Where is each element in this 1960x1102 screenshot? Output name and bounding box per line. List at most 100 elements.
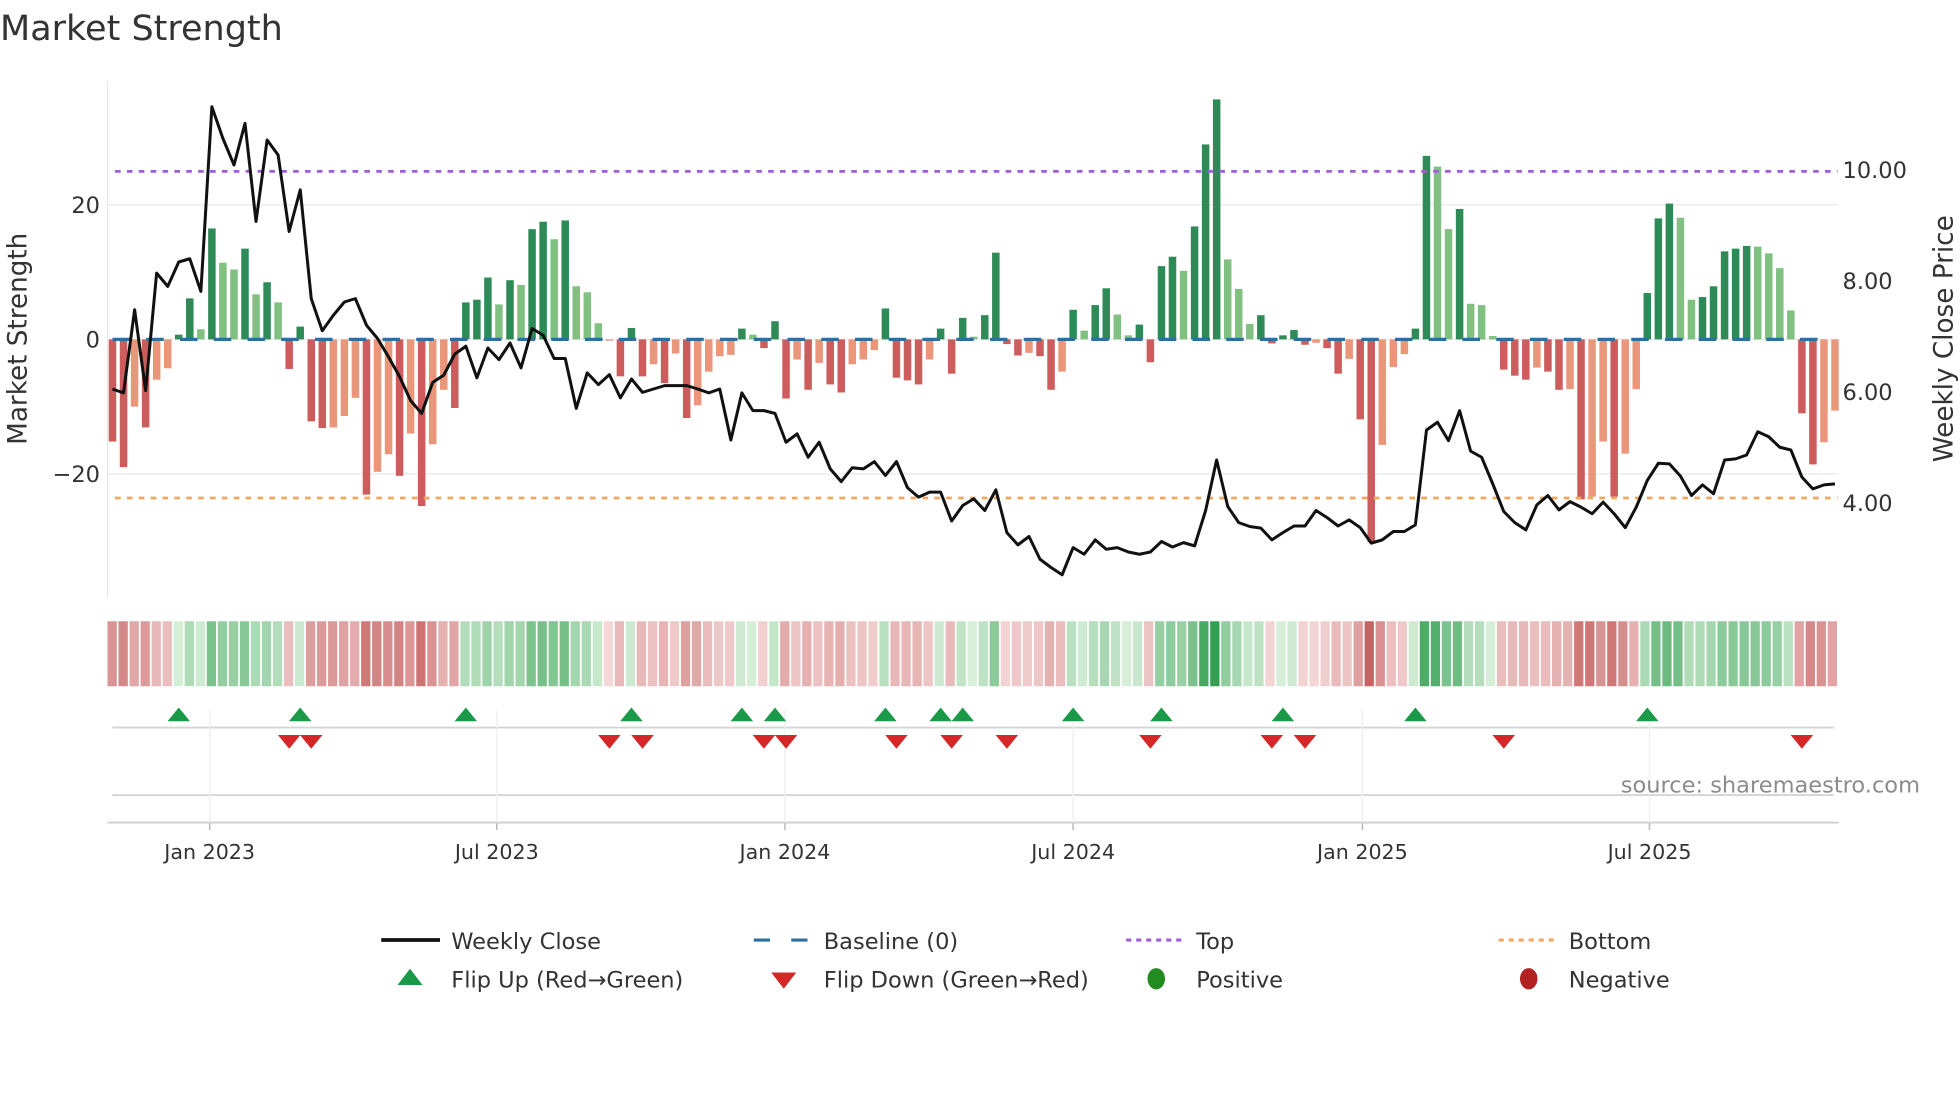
- heatmap-cell: [140, 621, 150, 687]
- heatmap-cell: [118, 621, 128, 687]
- strength-bar: [671, 339, 680, 354]
- strength-bar: [1787, 310, 1795, 340]
- heatmap-cell: [526, 621, 536, 687]
- triangle-up-icon: [397, 968, 423, 985]
- strength-bar: [1522, 339, 1530, 380]
- heatmap-cell: [669, 621, 680, 687]
- heatmap-cell: [1364, 621, 1374, 687]
- heatmap-cell: [173, 621, 183, 687]
- strength-bar: [274, 302, 282, 340]
- x-tick-label: Jul 2023: [453, 840, 539, 864]
- heatmap-cell: [294, 621, 305, 687]
- heatmap-cell: [1066, 621, 1077, 687]
- strength-bar: [152, 339, 161, 380]
- x-tick-label: Jan 2025: [1315, 840, 1408, 864]
- flip-up-marker: [730, 707, 754, 722]
- heatmap-cell: [1485, 621, 1496, 687]
- heatmap-cell: [1640, 621, 1650, 687]
- heatmap-cell: [1375, 621, 1385, 687]
- strength-bar: [1566, 339, 1574, 390]
- flip-up-marker: [288, 707, 312, 722]
- heatmap-cell: [162, 621, 172, 687]
- heatmap-cell: [350, 621, 360, 687]
- heatmap-cell: [427, 621, 437, 687]
- strength-bar: [329, 339, 338, 428]
- strength-bar: [914, 339, 923, 385]
- strength-bar: [440, 339, 448, 390]
- heatmap-cell: [647, 621, 658, 687]
- heatmap-cell: [1011, 621, 1021, 687]
- strength-bar: [837, 339, 845, 393]
- flip-down-marker: [1139, 735, 1162, 749]
- heatmap-cell: [1816, 621, 1826, 687]
- legend-item-flip-down: Flip Down (Green→Red): [771, 968, 1089, 994]
- strength-bar: [1025, 339, 1033, 353]
- heatmap-cell: [372, 621, 382, 687]
- heatmap-cell: [1408, 621, 1418, 687]
- strength-bar: [716, 339, 724, 357]
- heatmap-cell: [791, 621, 801, 687]
- heatmap-cell: [747, 621, 757, 687]
- strength-bar: [340, 339, 349, 417]
- heatmap-cell: [405, 621, 415, 687]
- legend-label: Flip Up (Red→Green): [451, 968, 683, 994]
- strength-bar: [848, 339, 857, 365]
- heatmap-cell: [890, 621, 900, 687]
- legend-label: Weekly Close: [451, 929, 601, 955]
- strength-bar: [241, 248, 249, 340]
- flip-up-marker: [454, 707, 478, 722]
- strength-bar: [1223, 259, 1232, 340]
- heatmap-cell: [1827, 621, 1837, 687]
- heatmap-cell: [515, 621, 525, 687]
- heatmap-cell: [1287, 621, 1297, 687]
- heatmap-cell: [1585, 621, 1595, 687]
- flip-up-marker: [874, 707, 897, 722]
- heatmap-cell: [1386, 621, 1396, 687]
- heatmap-cell: [1243, 621, 1253, 687]
- strength-bar: [1433, 166, 1442, 340]
- strength-bar: [186, 298, 194, 340]
- legend-label: Positive: [1196, 968, 1283, 994]
- legend-item-top: Top: [1126, 929, 1234, 955]
- strength-bar: [163, 339, 172, 369]
- heatmap-cell: [1529, 621, 1540, 687]
- strength-bar: [561, 220, 569, 340]
- heatmap-cell: [780, 621, 790, 687]
- strength-bar: [925, 339, 934, 360]
- heatmap-cell: [1353, 621, 1363, 687]
- y2-axis-title: Weekly Close Price: [1930, 215, 1960, 462]
- flip-up-marker: [1636, 707, 1659, 722]
- heatmap-cell: [1772, 621, 1782, 687]
- heatmap-cell: [195, 621, 205, 687]
- heatmap-cell: [1463, 621, 1474, 687]
- heatmap-cell: [1552, 621, 1562, 687]
- flip-up-marker: [1061, 707, 1085, 722]
- strength-bar: [1466, 303, 1475, 340]
- heatmap-cell: [361, 621, 371, 687]
- strength-bar: [1246, 323, 1254, 340]
- heatmap-cell: [107, 621, 117, 687]
- heatmap-cell: [228, 621, 239, 687]
- heatmap-cell: [570, 621, 580, 687]
- heatmap-cell: [813, 621, 823, 687]
- heatmap-cell: [272, 621, 283, 687]
- legend-item-weekly-close: Weekly Close: [381, 929, 601, 955]
- heatmap-cell: [217, 621, 228, 687]
- right-axis-ticks: 10.00 8.00 6.00 4.00: [1843, 158, 1907, 517]
- flip-up-marker: [1150, 707, 1173, 722]
- heatmap-cell: [758, 621, 768, 687]
- flip-down-marker: [1492, 735, 1515, 749]
- strength-bar: [197, 329, 205, 340]
- heatmap-cell: [151, 621, 161, 687]
- legend-label: Baseline (0): [824, 929, 958, 955]
- heatmap-cell: [548, 621, 558, 687]
- heatmap-cell: [1496, 621, 1507, 687]
- heatmap-cell: [1331, 621, 1341, 687]
- strength-bar: [705, 339, 713, 372]
- heatmap-cell: [1596, 621, 1606, 687]
- strength-bar: [550, 239, 558, 340]
- heatmap-cell: [1441, 621, 1452, 687]
- strength-bar: [1080, 330, 1088, 340]
- strength-bar: [649, 339, 658, 365]
- heatmap-cell: [383, 621, 393, 687]
